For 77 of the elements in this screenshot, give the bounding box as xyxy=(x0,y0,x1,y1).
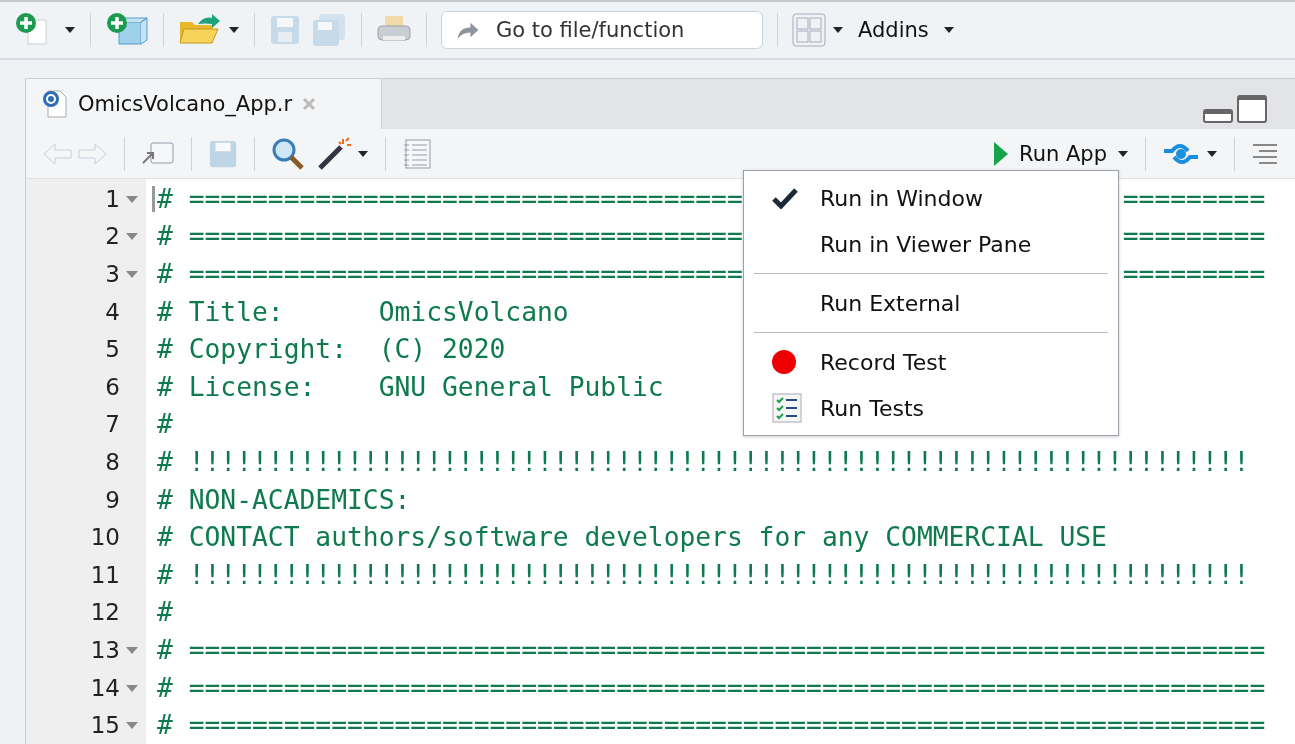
code-comment: # Title: OmicsVolcano xyxy=(157,296,569,327)
code-comment: # License: GNU General Public xyxy=(157,371,664,402)
fold-caret-icon[interactable] xyxy=(124,269,140,280)
code-comment: # !!!!!!!!!!!!!!!!!!!!!!!!!!!!!!!!!!!!!!!!!!!!!!!!!!!!!!!!!!!!!!!!!!! xyxy=(157,447,1250,478)
go-to-file-field[interactable]: Go to file/function xyxy=(494,17,748,43)
code-comment: ========= xyxy=(1122,221,1266,252)
code-comment: # ==================================================================== xyxy=(157,672,1266,703)
publish-button[interactable] xyxy=(1162,141,1218,166)
code-comment: # xyxy=(157,597,173,628)
outline-icon[interactable] xyxy=(1251,141,1279,166)
play-icon xyxy=(993,140,1010,167)
caret-icon xyxy=(1117,149,1129,158)
run-app-button[interactable]: Run App xyxy=(993,140,1129,167)
caret-icon xyxy=(832,26,844,34)
file-icon xyxy=(42,89,68,119)
menu-item[interactable]: Run in Viewer Pane xyxy=(744,221,1118,267)
caret-icon xyxy=(942,26,955,34)
code-comment: ========= xyxy=(1122,183,1266,214)
file-name: OmicsVolcano_App.r xyxy=(78,92,293,116)
line-number: 8 xyxy=(105,449,120,476)
caret-icon xyxy=(357,149,369,158)
search-icon[interactable] xyxy=(271,136,305,171)
fold-caret-icon[interactable] xyxy=(124,645,140,655)
fold-caret-icon[interactable] xyxy=(124,682,140,693)
maximize-icon[interactable] xyxy=(1237,95,1267,123)
caret-icon xyxy=(228,26,240,34)
editor-tab[interactable]: OmicsVolcano_App.r xyxy=(26,79,382,129)
line-number: 7 xyxy=(105,411,120,438)
menu-item[interactable]: Run External xyxy=(744,280,1118,326)
line-number: 5 xyxy=(105,336,120,363)
line-number: 3 xyxy=(105,261,120,288)
caret-icon xyxy=(64,26,76,34)
go-to-bar[interactable]: Go to file/function xyxy=(441,11,763,49)
notebook-icon[interactable] xyxy=(402,138,432,169)
text-cursor xyxy=(152,186,155,213)
line-number: 6 xyxy=(105,373,120,400)
code-comment: # Copyright: (C) 2020 xyxy=(157,334,506,365)
minimize-icon[interactable] xyxy=(1203,109,1233,123)
menu-item[interactable]: Run in Window xyxy=(744,175,1118,221)
checklist-icon xyxy=(772,393,802,423)
fold-caret-icon[interactable] xyxy=(124,193,140,204)
code-comment: # !!!!!!!!!!!!!!!!!!!!!!!!!!!!!!!!!!!!!!!!!!!!!!!!!!!!!!!!!!!!!!!!!!! xyxy=(157,559,1250,590)
line-number: 4 xyxy=(105,298,120,325)
code-comment: # xyxy=(157,409,173,440)
code-comment: # ==================================================================== xyxy=(157,710,1266,741)
line-number: 2 xyxy=(105,223,120,250)
layout-button[interactable] xyxy=(792,13,844,47)
line-number: 15 xyxy=(90,712,120,739)
line-number: 9 xyxy=(105,486,120,513)
fold-caret-icon[interactable] xyxy=(124,231,140,242)
magic-wand-icon xyxy=(317,136,351,171)
code-comment: # =================================== xyxy=(157,183,743,214)
code-comment: # NON-ACADEMICS: xyxy=(157,484,411,515)
grid-icon xyxy=(792,13,826,47)
code-comment: # =================================== xyxy=(157,259,743,290)
record-dot-icon xyxy=(772,350,796,374)
new-project-button[interactable] xyxy=(105,12,149,48)
line-number: 13 xyxy=(90,637,120,663)
caret-icon xyxy=(1206,149,1218,158)
line-number: 1 xyxy=(105,185,120,212)
menu-item[interactable]: Record Test xyxy=(744,339,1118,385)
new-file-button[interactable] xyxy=(14,12,76,48)
code-comment: # =================================== xyxy=(157,221,743,252)
line-number: 11 xyxy=(90,561,120,588)
fold-caret-icon[interactable] xyxy=(124,720,140,731)
line-number: 12 xyxy=(90,599,120,626)
code-comment: # CONTACT authors/software developers for any COMMERCIAL USE xyxy=(157,522,1107,553)
publish-icon xyxy=(1162,141,1200,166)
line-number: 10 xyxy=(90,524,120,551)
magic-wand-button[interactable] xyxy=(317,136,369,171)
code-comment: ========= xyxy=(1122,259,1266,290)
menu-item[interactable]: Run Tests xyxy=(744,385,1118,431)
close-icon[interactable] xyxy=(302,97,317,111)
show-in-window-icon[interactable] xyxy=(141,140,175,167)
code-comment: # ==================================================================== xyxy=(157,635,1266,665)
addins-menu[interactable]: Addins xyxy=(854,18,959,42)
line-number: 14 xyxy=(90,674,120,701)
